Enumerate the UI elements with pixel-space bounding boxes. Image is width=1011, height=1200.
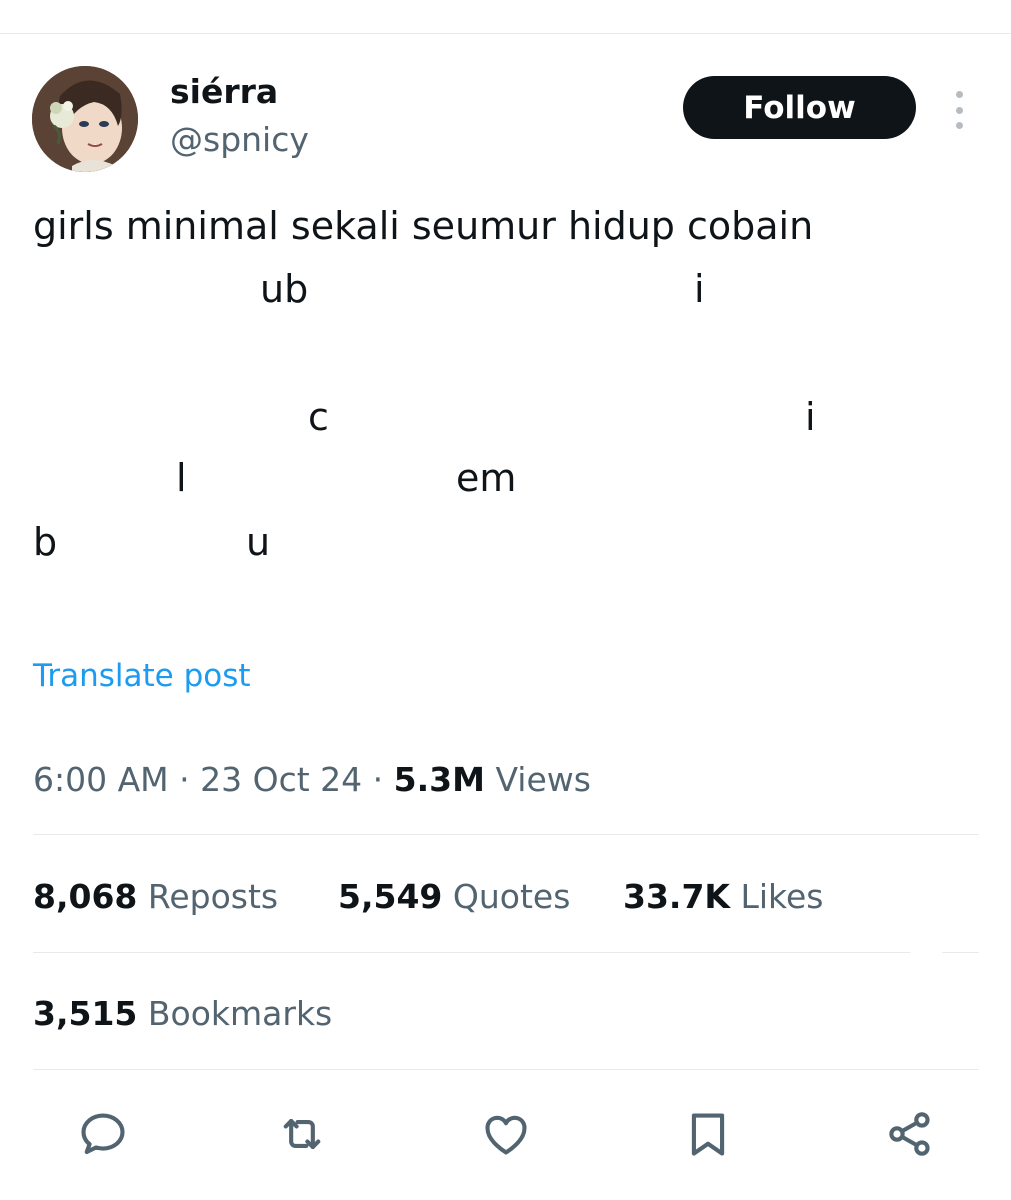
meta-separator: · (168, 760, 201, 799)
repost-icon[interactable] (276, 1108, 328, 1160)
divider (33, 834, 979, 835)
post-text-line: girls minimal sekali seumur hidup cobain (33, 204, 814, 248)
reposts-count: 8,068 (33, 877, 138, 916)
bookmark-icon[interactable] (682, 1108, 734, 1160)
post-text-fragment: b (33, 520, 58, 564)
quotes-label: Quotes (442, 877, 571, 916)
translate-post-link[interactable]: Translate post (33, 654, 251, 698)
display-name[interactable]: siérra (170, 70, 278, 114)
reposts-label: Reposts (137, 877, 279, 916)
likes-count: 33.7K (623, 877, 730, 916)
post-text-fragment: ub (260, 267, 309, 311)
avatar-illustration (32, 66, 138, 172)
quotes-count: 5,549 (338, 877, 443, 916)
handle[interactable]: @spnicy (170, 118, 309, 162)
post-text-fragment: l (176, 456, 187, 500)
post-text-fragment: c (308, 395, 329, 439)
avatar[interactable] (32, 66, 138, 172)
views-count: 5.3M (393, 760, 485, 799)
post-text-fragment: i (805, 395, 816, 439)
like-icon[interactable] (480, 1108, 532, 1160)
follow-button[interactable]: Follow (683, 76, 916, 139)
reposts-stat[interactable]: 8,068 Reposts (33, 874, 278, 920)
divider (33, 1069, 979, 1070)
post-text-fragment: em (456, 456, 517, 500)
post-text-fragment: i (694, 267, 705, 311)
bookmarks-label: Bookmarks (137, 994, 333, 1033)
more-options-icon[interactable] (948, 88, 970, 132)
reply-icon[interactable] (77, 1108, 129, 1160)
bookmarks-count: 3,515 (33, 994, 138, 1033)
quotes-stat[interactable]: 5,549 Quotes (338, 874, 570, 920)
post-time[interactable]: 6:00 AM (33, 760, 169, 799)
views-label: Views (484, 760, 591, 799)
likes-stat[interactable]: 33.7K Likes (623, 874, 823, 920)
top-divider (0, 33, 1011, 34)
bookmarks-stat[interactable]: 3,515 Bookmarks (33, 991, 332, 1037)
post-date[interactable]: 23 Oct 24 (200, 760, 362, 799)
divider (942, 952, 979, 953)
post-meta: 6:00 AM · 23 Oct 24 · 5.3M Views (33, 757, 591, 803)
likes-label: Likes (730, 877, 824, 916)
post-text-fragment: u (246, 520, 271, 564)
divider (33, 952, 910, 953)
share-icon[interactable] (884, 1108, 936, 1160)
meta-separator: · (362, 760, 394, 799)
